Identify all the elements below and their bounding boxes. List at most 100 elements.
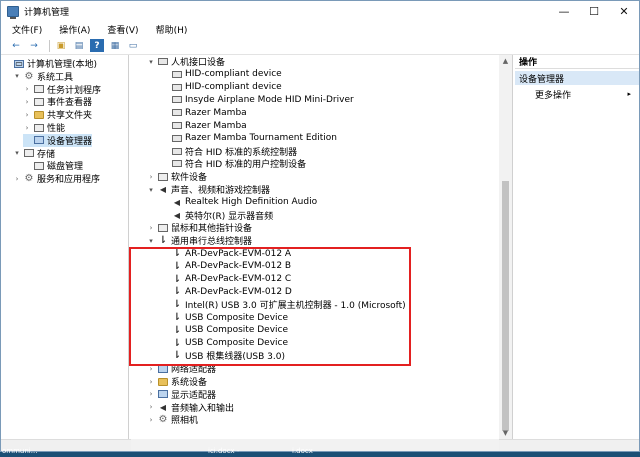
actions-device-manager[interactable]: 设备管理器 [515, 71, 639, 85]
console-tree-icon[interactable]: ▤ [72, 39, 86, 52]
toolbar: ← → ▣ ▤ ? ▦ ▭ [1, 37, 639, 55]
box-device-icon [24, 149, 34, 158]
console-tree-label: 设备管理器 [47, 136, 93, 147]
hid-device-icon [172, 122, 182, 129]
collapse-arrow-icon[interactable]: ▾ [147, 186, 155, 194]
device-tree-row[interactable]: HID-compliant device [161, 68, 282, 81]
console-tree-label: 磁盘管理 [47, 162, 84, 173]
back-arrow-icon[interactable]: ← [9, 39, 23, 52]
console-tree-label: 存储 [37, 149, 56, 160]
title-bar[interactable]: 计算机管理 — ☐ ✕ [1, 1, 639, 21]
device-tree-row[interactable]: › 系统设备 [147, 375, 207, 388]
horizontal-scrollbar[interactable] [131, 439, 499, 451]
menu-file[interactable]: 文件(F) [1, 23, 48, 36]
taskbar-item-3[interactable]: i.docx [292, 447, 313, 455]
close-button[interactable]: ✕ [609, 1, 639, 21]
device-tree-row[interactable]: ◀ Realtek High Definition Audio [161, 196, 317, 209]
console-tree-label: 性能 [47, 124, 66, 134]
device-tree-row[interactable]: Razer Mamba [161, 119, 247, 132]
menu-action[interactable]: 操作(A) [48, 23, 96, 36]
collapse-arrow-icon[interactable]: ▾ [13, 149, 21, 157]
box-device-icon [158, 223, 168, 232]
gear-device-icon: ⚙ [24, 70, 34, 82]
device-tree-row[interactable]: ▾ 人机接口设备 [147, 55, 225, 69]
console-tree-row[interactable]: 磁盘管理 [23, 159, 83, 172]
device-tree-row[interactable]: Insyde Airplane Mode HID Mini-Driver [161, 93, 354, 106]
device-tree-row[interactable]: › ◀ 音频输入和输出 [147, 401, 234, 414]
expand-arrow-icon[interactable]: › [147, 390, 155, 398]
device-tree-row[interactable]: HID-compliant device [161, 81, 282, 94]
collapse-arrow-icon[interactable]: ▾ [147, 58, 155, 66]
console-tree-label: 系统工具 [37, 72, 74, 83]
device-tree-row[interactable]: › 软件设备 [147, 170, 207, 183]
gear-device-icon: ⚙ [158, 414, 168, 426]
device-tree-label: HID-compliant device [185, 69, 282, 80]
device-tree-label: Razer Mamba Tournament Edition [185, 133, 338, 144]
console-tree-row[interactable]: 设备管理器 [23, 133, 93, 147]
actions-pane [515, 55, 639, 439]
device-tree-label: Razer Mamba [185, 120, 247, 131]
menu-view[interactable]: 查看(V) [96, 23, 144, 36]
toolbar-separator [49, 39, 50, 52]
maximize-button[interactable]: ☐ [579, 1, 609, 21]
monitor-device-icon [158, 390, 168, 399]
device-tree-row[interactable]: Razer Mamba [161, 106, 247, 119]
spk-device-icon: ◀ [173, 210, 181, 220]
more-actions-label: 更多操作 [535, 90, 572, 101]
console-tree-row[interactable]: › ⚙ 服务和应用程序 [13, 172, 100, 185]
expand-arrow-icon[interactable]: › [147, 378, 155, 386]
scroll-up-arrow-icon[interactable]: ▲ [501, 57, 510, 66]
expand-arrow-icon[interactable]: › [147, 416, 155, 424]
forward-arrow-icon[interactable]: → [27, 39, 41, 52]
console-tree-row[interactable]: › 性能 [23, 121, 65, 134]
console-tree-row[interactable]: › 事件查看器 [23, 95, 92, 108]
expand-arrow-icon[interactable]: › [23, 111, 31, 119]
expand-arrow-icon[interactable]: › [147, 403, 155, 411]
more-actions-item[interactable]: 更多操作 ▸ [515, 87, 639, 101]
console-tree-row[interactable]: ▾ ⚙ 系统工具 [13, 70, 73, 83]
device-tree-row[interactable]: › 显示适配器 [147, 388, 216, 401]
device-tree-label: 软件设备 [171, 173, 208, 184]
console-tree-row[interactable]: ▭ 计算机管理(本地) [3, 57, 97, 70]
folder-up-icon[interactable]: ▣ [54, 39, 68, 52]
expand-arrow-icon[interactable]: › [23, 98, 31, 106]
spk-device-icon: ◀ [159, 402, 167, 412]
collapse-arrow-icon[interactable]: ▾ [13, 72, 21, 80]
device-tree-row[interactable]: 符合 HID 标准的用户控制设备 [161, 157, 306, 170]
scrollbar-thumb[interactable] [502, 181, 509, 431]
monitor-icon[interactable]: ▭ [126, 39, 140, 52]
device-tree-row[interactable]: ◀ 英特尔(R) 显示器音频 [161, 209, 273, 222]
expand-arrow-icon[interactable]: › [23, 124, 31, 132]
console-tree-row[interactable]: › 任务计划程序 [23, 83, 101, 96]
device-tree-row[interactable]: Razer Mamba Tournament Edition [161, 132, 337, 145]
device-tree-row[interactable]: 符合 HID 标准的系统控制器 [161, 145, 297, 158]
hid-device-icon [172, 109, 182, 117]
collapse-arrow-icon[interactable]: ▾ [147, 237, 155, 245]
monitor-device-icon [34, 136, 44, 145]
properties-icon[interactable]: ▦ [108, 39, 122, 52]
device-tree-row[interactable]: ▾ ⇂ 通用串行总线控制器 [147, 234, 252, 247]
device-tree-row[interactable]: ▾ ◀ 声音、视频和游戏控制器 [147, 183, 270, 196]
console-tree-row[interactable]: ▾ 存储 [13, 147, 55, 160]
hid-device-icon [158, 58, 168, 65]
scroll-down-arrow-icon[interactable]: ▼ [501, 429, 510, 438]
help-icon[interactable]: ? [90, 39, 104, 52]
expand-arrow-icon[interactable]: › [13, 175, 21, 183]
console-tree-row[interactable]: › 共享文件夹 [23, 108, 92, 121]
minimize-button[interactable]: — [549, 1, 579, 21]
expand-arrow-icon[interactable]: › [147, 173, 155, 181]
device-tree-row[interactable]: › ⚙ 照相机 [147, 413, 198, 426]
highlight-box [129, 247, 411, 366]
menu-help[interactable]: 帮助(H) [145, 23, 194, 36]
hid-device-icon [172, 96, 182, 104]
device-tree-label: 照相机 [171, 416, 199, 427]
computer-device-icon: ▭ [14, 59, 24, 68]
device-tree-row[interactable]: › 鼠标和其他指针设备 [147, 221, 252, 234]
device-tree-label: 通用串行总线控制器 [171, 237, 253, 248]
taskbar-item-1[interactable]: ommuni... [2, 447, 37, 455]
expand-arrow-icon[interactable]: › [23, 85, 31, 93]
expand-arrow-icon[interactable]: › [147, 224, 155, 232]
hid-device-icon [172, 147, 182, 155]
taskbar-item-2[interactable]: ici.docx - [208, 447, 239, 455]
device-tree-label: Insyde Airplane Mode HID Mini-Driver [185, 94, 354, 105]
